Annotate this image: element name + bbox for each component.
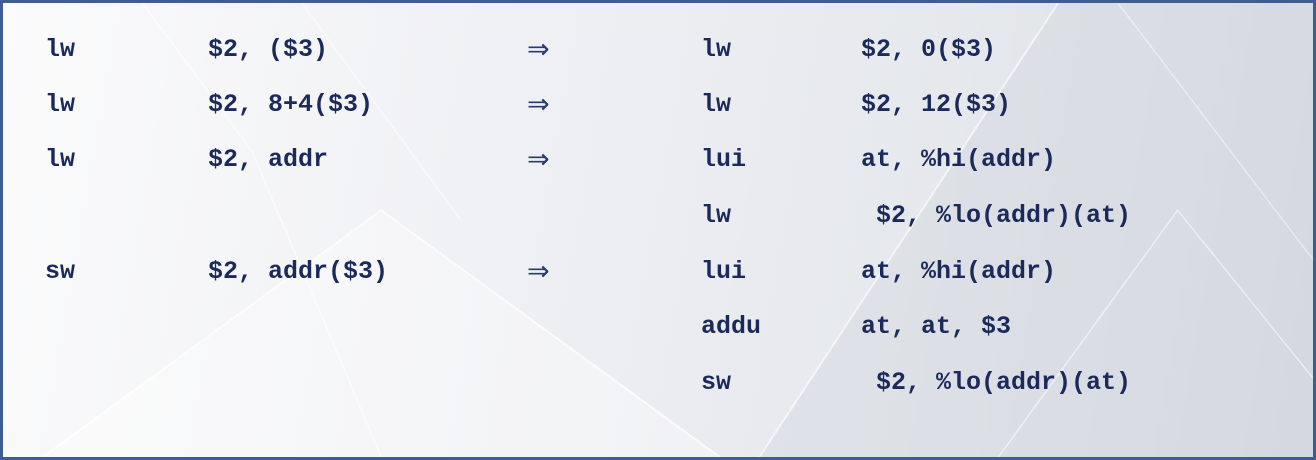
code-row: sw $2, addr($3) ⇒ lui at, %hi(addr) (3, 252, 1313, 292)
instruction-operands: $2, addr($3) (208, 257, 389, 286)
code-row: lw $2, 8+4($3) ⇒ lw $2, 12($3) (3, 85, 1313, 125)
expanded-operands: at, %hi(addr) (861, 145, 1057, 174)
instruction-mnemonic: lw (45, 145, 76, 174)
expanded-mnemonic: lui (701, 145, 747, 174)
instruction-mnemonic: sw (45, 257, 76, 286)
code-row: lw $2, addr ⇒ lui at, %hi(addr) (3, 140, 1313, 180)
instruction-mnemonic: lw (45, 35, 76, 64)
expanded-mnemonic: lw (701, 201, 732, 230)
expanded-operands: $2, %lo(addr)(at) (861, 201, 1132, 230)
instruction-operands: $2, ($3) (208, 35, 329, 64)
expanded-mnemonic: addu (701, 312, 762, 341)
expanded-operands: at, %hi(addr) (861, 257, 1057, 286)
expanded-mnemonic: lw (701, 35, 732, 64)
instruction-mnemonic: lw (45, 90, 76, 119)
expanded-mnemonic: lui (701, 257, 747, 286)
expanded-operands: $2, 0($3) (861, 35, 997, 64)
code-row: addu at, at, $3 (3, 307, 1313, 347)
instruction-operands: $2, 8+4($3) (208, 90, 374, 119)
instruction-operands: $2, addr (208, 145, 329, 174)
expanded-operands: $2, 12($3) (861, 90, 1012, 119)
expands-to-arrow: ⇒ (527, 256, 550, 287)
expanded-mnemonic: lw (701, 90, 732, 119)
expanded-operands: $2, %lo(addr)(at) (861, 368, 1132, 397)
code-row: sw $2, %lo(addr)(at) (3, 363, 1313, 403)
code-row: lw $2, ($3) ⇒ lw $2, 0($3) (3, 30, 1313, 70)
expands-to-arrow: ⇒ (527, 34, 550, 65)
expanded-mnemonic: sw (701, 368, 732, 397)
code-row: lw $2, %lo(addr)(at) (3, 196, 1313, 236)
expands-to-arrow: ⇒ (527, 144, 550, 175)
slide-frame: lw $2, ($3) ⇒ lw $2, 0($3) lw $2, 8+4($3… (0, 0, 1316, 460)
expands-to-arrow: ⇒ (527, 89, 550, 120)
expanded-operands: at, at, $3 (861, 312, 1012, 341)
